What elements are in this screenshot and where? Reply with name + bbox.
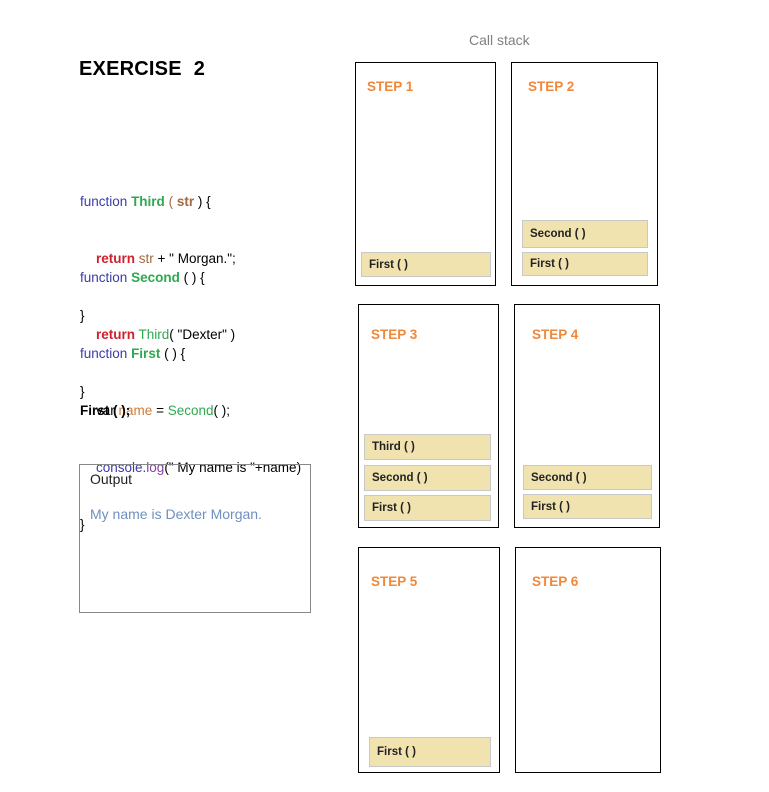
output-text: My name is Dexter Morgan. — [90, 506, 262, 522]
function-name-second: Second — [131, 270, 180, 285]
step-label: STEP 5 — [371, 574, 418, 589]
stack-frame: Second ( ) — [523, 465, 652, 490]
stack-frame: First ( ) — [523, 494, 652, 519]
stack-frame: First ( ) — [522, 252, 648, 276]
output-panel: Output My name is Dexter Morgan. — [79, 464, 311, 613]
keyword-function: function — [80, 194, 128, 209]
code-line: function Second ( ) { — [80, 268, 235, 287]
function-name-first: First — [131, 346, 161, 361]
stack-frame: First ( ) — [364, 495, 491, 521]
step-label: STEP 1 — [367, 79, 414, 94]
step-label: STEP 4 — [532, 327, 579, 342]
stack-frame: Second ( ) — [522, 220, 648, 248]
step-box-6: STEP 6 — [515, 547, 661, 773]
step-box-1: STEP 1 First ( ) — [355, 62, 496, 286]
output-title: Output — [90, 471, 133, 487]
call-rest: ( ); — [213, 403, 231, 418]
param-str: str — [176, 194, 195, 209]
signature: ( ) { — [179, 270, 205, 285]
step-label: STEP 2 — [528, 79, 575, 94]
stack-frame: First ( ) — [361, 252, 491, 277]
step-label: STEP 3 — [371, 327, 418, 342]
exercise-title: EXERCISE 2 — [79, 58, 205, 81]
keyword-function: function — [80, 270, 128, 285]
code-line: function Third ( str ) { — [80, 192, 236, 211]
paren-open: ( — [164, 194, 177, 209]
step-box-2: STEP 2 Second ( ) First ( ) — [511, 62, 658, 286]
function-name-third: Third — [131, 194, 165, 209]
call-second: Second — [167, 403, 214, 418]
step-label: STEP 6 — [532, 574, 579, 589]
code-invoke-first: First ( ); — [80, 403, 131, 418]
signature-close: ) { — [194, 194, 211, 209]
code-line: function First ( ) { — [80, 344, 301, 363]
keyword-function: function — [80, 346, 128, 361]
step-box-3: STEP 3 Third ( ) Second ( ) First ( ) — [358, 304, 499, 528]
call-stack-heading: Call stack — [469, 32, 530, 48]
signature: ( ) { — [160, 346, 186, 361]
stack-frame: First ( ) — [369, 737, 491, 767]
step-box-5: STEP 5 First ( ) — [358, 547, 500, 773]
stack-frame: Third ( ) — [364, 434, 491, 460]
exercise-number: 2 — [193, 58, 206, 80]
exercise-title-word: EXERCISE — [79, 58, 182, 80]
stack-frame: Second ( ) — [364, 465, 491, 491]
assign-op: = — [152, 403, 168, 418]
step-box-4: STEP 4 Second ( ) First ( ) — [514, 304, 660, 528]
